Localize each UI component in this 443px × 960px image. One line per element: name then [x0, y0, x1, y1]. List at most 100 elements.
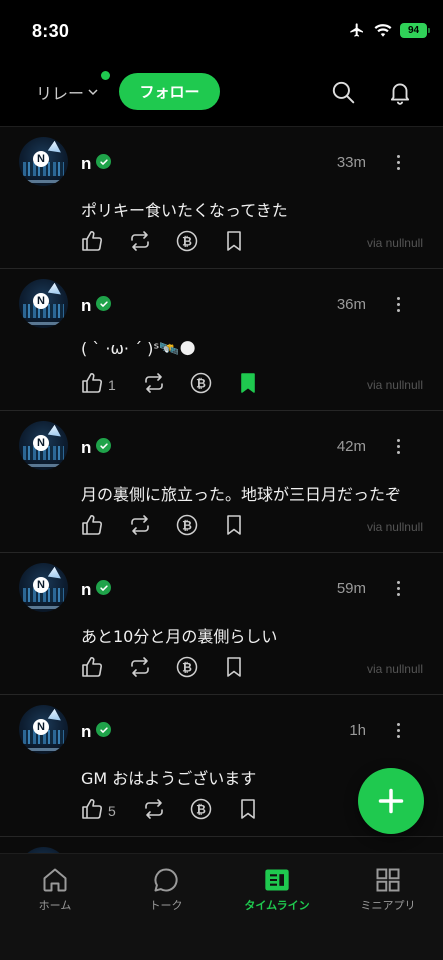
verified-badge-icon — [96, 154, 111, 169]
via-client-label: via nullnull — [366, 662, 423, 676]
post-author-name[interactable]: n — [81, 722, 91, 742]
repost-icon — [142, 371, 166, 399]
relay-label: リレー — [36, 84, 85, 103]
bookmark-button[interactable] — [222, 514, 246, 540]
bookmark-button[interactable] — [222, 230, 246, 256]
bookmark-button[interactable] — [236, 798, 260, 824]
verified-badge-icon — [96, 580, 111, 595]
plus-icon — [378, 788, 404, 814]
more-options-button[interactable] — [389, 719, 407, 741]
zap-button[interactable]: ₿ — [189, 372, 213, 398]
follow-button[interactable]: フォロー — [119, 73, 220, 110]
post-content: あと10分と月の裏側らしい — [81, 627, 278, 646]
bookmark-icon — [236, 371, 260, 399]
timeline-post[interactable]: Nn 59m あと10分と月の裏側らしい ₿ via nullnull — [0, 553, 443, 695]
timeline-feed[interactable]: Nn 33m ポリキー食いたくなってきた ₿ via nullnull Nn 36m ( ˋ … — [0, 126, 443, 853]
like-count: 1 — [108, 377, 116, 393]
bitcoin-icon: ₿ — [189, 371, 213, 399]
bookmark-icon — [236, 797, 260, 825]
avatar[interactable]: N — [19, 421, 68, 470]
notifications-button[interactable] — [386, 78, 414, 106]
repost-button[interactable] — [128, 514, 152, 540]
wifi-icon — [374, 24, 392, 37]
zap-button[interactable]: ₿ — [189, 798, 213, 824]
bitcoin-icon: ₿ — [175, 513, 199, 541]
bookmark-icon — [222, 655, 246, 683]
more-options-button[interactable] — [389, 577, 407, 599]
timeline-post[interactable]: Nn 33m ポリキー食いたくなってきた ₿ via nullnull — [0, 127, 443, 269]
svg-text:₿: ₿ — [182, 235, 192, 249]
post-content: 月の裏側に旅立った。地球が三日月だったぞ — [81, 485, 402, 504]
tab-timeline[interactable]: タイムライン — [222, 866, 332, 913]
like-button[interactable] — [80, 514, 104, 540]
verified-badge-icon — [96, 438, 111, 453]
svg-text:₿: ₿ — [182, 661, 192, 675]
post-timestamp: 1h — [349, 722, 366, 739]
avatar[interactable]: N — [19, 137, 68, 186]
like-button[interactable]: 5 — [80, 798, 116, 824]
bottom-tab-bar: ホーム トーク タイムライン ミニアプリ — [0, 853, 443, 960]
avatar[interactable]: N — [19, 279, 68, 328]
post-timestamp: 33m — [336, 154, 366, 171]
svg-text:₿: ₿ — [196, 803, 206, 817]
tab-miniapps[interactable]: ミニアプリ — [333, 866, 443, 913]
status-bar: 8:30 94 — [0, 0, 443, 64]
relay-selector[interactable]: リレー — [36, 80, 99, 104]
bitcoin-icon: ₿ — [175, 229, 199, 257]
bookmark-button[interactable] — [222, 656, 246, 682]
verified-badge-icon — [96, 722, 111, 737]
tab-home[interactable]: ホーム — [0, 866, 110, 913]
zap-button[interactable]: ₿ — [175, 230, 199, 256]
like-button[interactable]: 1 — [80, 372, 116, 398]
tab-home-label: ホーム — [38, 899, 72, 912]
zap-button[interactable]: ₿ — [175, 514, 199, 540]
like-button[interactable] — [80, 230, 104, 256]
repost-button[interactable] — [128, 656, 152, 682]
more-options-button[interactable] — [389, 435, 407, 457]
post-author-name[interactable]: n — [81, 154, 91, 174]
tab-talk[interactable]: トーク — [111, 866, 221, 913]
thumbs-up-icon — [80, 797, 104, 825]
post-content: ( ˋ ·ω· ˊ )ˢ🛰️🌑 — [81, 339, 196, 358]
bitcoin-icon: ₿ — [189, 797, 213, 825]
timeline-post[interactable]: Nn 42m 月の裏側に旅立った。地球が三日月だったぞ ₿ via nullnull — [0, 411, 443, 553]
repost-button[interactable] — [142, 372, 166, 398]
search-icon — [332, 81, 355, 104]
bookmark-icon — [222, 229, 246, 257]
post-author-name[interactable]: n — [81, 438, 91, 458]
tab-timeline-label: タイムライン — [244, 899, 310, 912]
svg-text:₿: ₿ — [182, 519, 192, 533]
repost-button[interactable] — [128, 230, 152, 256]
bell-icon — [390, 83, 410, 105]
battery-indicator: 94 — [400, 22, 430, 38]
post-author-name[interactable]: n — [81, 296, 91, 316]
like-button[interactable] — [80, 656, 104, 682]
compose-button[interactable] — [358, 768, 424, 834]
timeline-icon — [265, 869, 289, 891]
timeline-post[interactable]: Nn 36m ( ˋ ·ω· ˊ )ˢ🛰️🌑 1 ₿ via nullnull — [0, 269, 443, 411]
more-options-button[interactable] — [389, 151, 407, 173]
top-bar: リレー フォロー — [0, 64, 443, 126]
svg-text:₿: ₿ — [196, 377, 206, 391]
tab-miniapps-label: ミニアプリ — [360, 899, 416, 912]
thumbs-up-icon — [80, 513, 104, 541]
post-timestamp: 59m — [336, 580, 366, 597]
avatar[interactable]: N — [19, 705, 68, 754]
home-icon — [43, 868, 67, 892]
post-content: GM おはようございます — [81, 769, 257, 788]
grid-icon — [376, 868, 400, 892]
search-button[interactable] — [329, 78, 357, 106]
status-icons: 94 — [348, 22, 430, 38]
relay-status-dot — [101, 71, 110, 80]
thumbs-up-icon — [80, 229, 104, 257]
more-options-button[interactable] — [389, 293, 407, 315]
via-client-label: via nullnull — [366, 236, 423, 250]
repost-button[interactable] — [142, 798, 166, 824]
zap-button[interactable]: ₿ — [175, 656, 199, 682]
repost-icon — [128, 229, 152, 257]
timeline-post[interactable]: N — [0, 837, 443, 853]
status-time: 8:30 — [32, 21, 70, 41]
post-author-name[interactable]: n — [81, 580, 91, 600]
bookmark-button[interactable] — [236, 372, 260, 398]
avatar[interactable]: N — [19, 563, 68, 612]
